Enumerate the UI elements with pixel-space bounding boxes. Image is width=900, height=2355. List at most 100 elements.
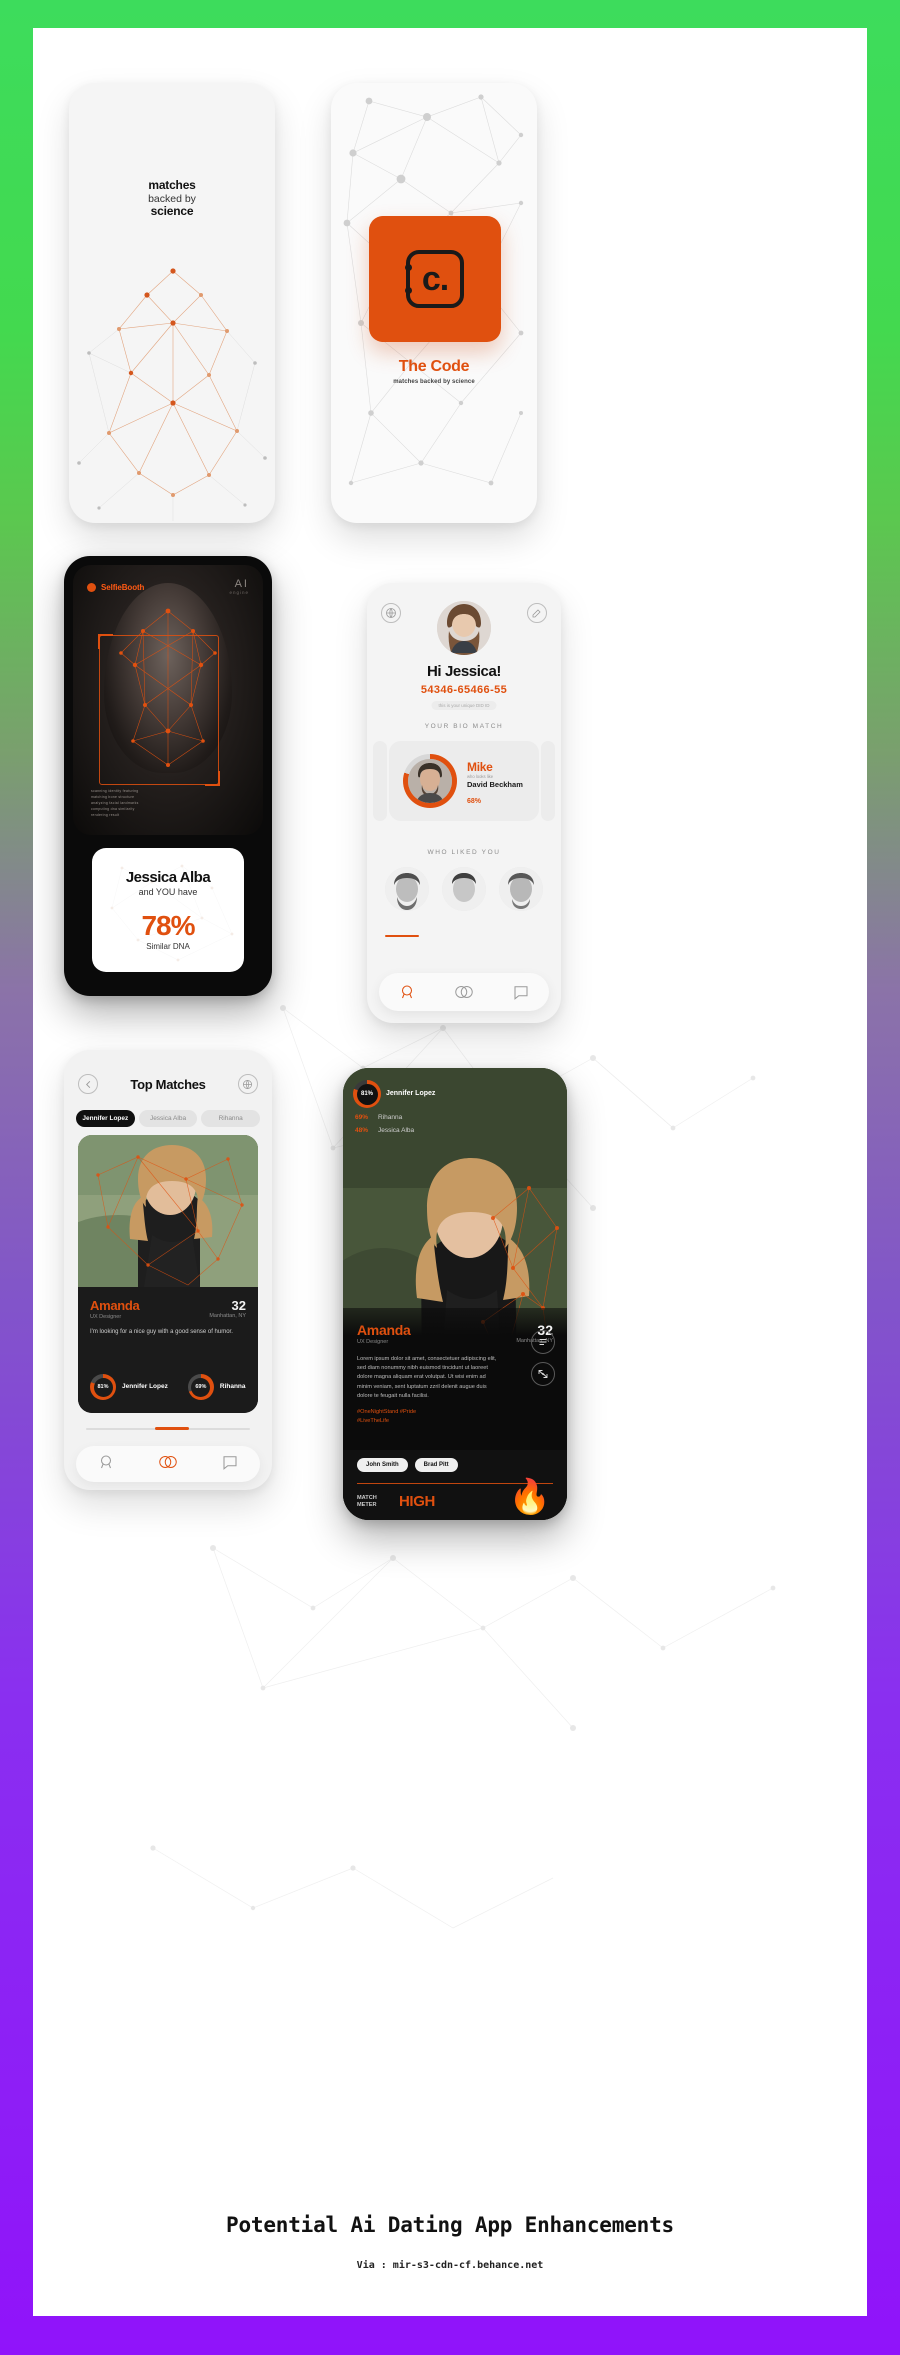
screen-match-detail: 81% Jennifer Lopez 69% Rihanna 48% Jessi…	[343, 1068, 567, 1520]
matches-tab[interactable]	[453, 983, 475, 1001]
bio-match-looks-like-label: who looks like	[467, 774, 494, 779]
poster-canvas: matches backed by science c. The Code ma…	[33, 28, 867, 2316]
bottom-tabbar	[379, 973, 549, 1011]
detail-chip-row: John Smith Brad Pitt	[357, 1458, 553, 1472]
liked-avatar[interactable]	[442, 867, 486, 911]
selfiebooth-header: SelfieBooth AI engine	[87, 579, 249, 595]
chat-tab[interactable]	[221, 1453, 239, 1476]
bio-match-section-label: YOUR BIO MATCH	[424, 723, 504, 730]
screen-user-profile: Hi Jessica! 54346-65466-55 this is your …	[367, 583, 561, 1023]
liked-avatar[interactable]	[499, 867, 543, 911]
secondary-score-percent: 69%	[355, 1114, 369, 1121]
secondary-score: 48% Jessica Alba	[355, 1127, 435, 1134]
bio-match-percent: 68%	[467, 798, 482, 805]
secondary-score: 69% Rihanna	[355, 1114, 435, 1121]
score-label: Rihanna	[219, 1383, 246, 1391]
match-card-body: Amanda UX Designer 32 Manhattan, NY I'm …	[78, 1287, 258, 1413]
splash-network-graphic	[77, 268, 267, 521]
dna-id-note: this is your unique DID ID	[431, 701, 497, 710]
detail-chip-0[interactable]: John Smith	[357, 1458, 408, 1472]
code-logo-card: c.	[369, 216, 501, 342]
dna-match-percent-label: Similar DNA	[146, 942, 190, 951]
detail-action-buttons	[531, 1330, 555, 1386]
scan-readout: scanning identity featuring matching bon…	[91, 789, 139, 819]
code-logo-dot-bottom	[405, 287, 412, 294]
code-logo-letter: c.	[421, 260, 449, 298]
bottom-tabbar	[76, 1446, 260, 1482]
selfiebooth-brand-label: SelfieBooth	[101, 582, 145, 592]
match-score: 81% Jennifer Lopez	[90, 1374, 168, 1400]
score-ring: 81%	[90, 1374, 116, 1400]
detail-hashtags: #OneNightStand #Pride #LiveTheLife	[357, 1409, 417, 1425]
secondary-score-label: Rihanna	[378, 1114, 403, 1121]
bio-card-peek-right[interactable]	[541, 741, 555, 821]
poster-title: Potential Ai Dating App Enhancements	[226, 2213, 674, 2237]
chat-tab[interactable]	[512, 983, 530, 1001]
who-liked-list	[385, 867, 543, 911]
top-matches-header: Top Matches	[78, 1074, 258, 1094]
list-icon[interactable]	[531, 1330, 555, 1354]
page-title: Top Matches	[130, 1076, 206, 1092]
match-name: Amanda	[90, 1298, 140, 1313]
bio-card-peek-left[interactable]	[373, 741, 387, 821]
selfiebooth-camera-preview: SelfieBooth AI engine scanning identity …	[73, 565, 263, 835]
score-ring: 69%	[187, 1374, 214, 1400]
bio-match-name: Mike	[467, 760, 493, 774]
selfiebooth-brand: SelfieBooth	[87, 582, 145, 592]
slider-thumb[interactable]	[154, 1427, 189, 1430]
ai-label: AI	[234, 578, 249, 590]
who-liked-section-label: WHO LIKED YOU	[427, 849, 501, 856]
dna-result-card: Jessica Alba and YOU have 78% Similar DN…	[92, 848, 244, 972]
matches-tab[interactable]	[157, 1453, 179, 1476]
code-logo-glyph: c.	[405, 250, 464, 308]
score-label: Jennifer Lopez	[122, 1383, 168, 1391]
match-card[interactable]: Amanda UX Designer 32 Manhattan, NY I'm …	[78, 1135, 258, 1413]
ai-engine-badge: AI engine	[229, 578, 249, 596]
globe-icon[interactable]	[237, 1074, 258, 1094]
flame-icon: 🔥	[508, 1478, 551, 1516]
bio-match-photo	[408, 759, 452, 803]
globe-icon[interactable]	[381, 603, 401, 623]
ai-sublabel: engine	[229, 590, 249, 595]
match-meter-label: MATCH METER	[357, 1495, 377, 1508]
share-icon[interactable]	[531, 1362, 555, 1386]
screen-the-code: c. The Code matches backed by science	[331, 83, 537, 523]
secondary-score-label: Jessica Alba	[378, 1127, 415, 1134]
score-percent: 69%	[191, 1377, 211, 1397]
profile-tab[interactable]	[398, 983, 416, 1001]
match-score: 69% Rihanna	[187, 1374, 246, 1400]
page-indicator	[385, 935, 419, 937]
primary-score-badge: 81% Jennifer Lopez	[353, 1080, 435, 1108]
code-subtitle: matches backed by science	[393, 379, 475, 385]
screen-selfiebooth: SelfieBooth AI engine scanning identity …	[64, 556, 272, 996]
primary-score-label: Jennifer Lopez	[386, 1089, 436, 1097]
detail-paragraph: Lorem ipsum dolor sit amet, consectetuer…	[357, 1356, 497, 1399]
bio-match-ring	[403, 754, 457, 808]
match-meter-value: HIGH	[399, 1493, 435, 1510]
profile-tab[interactable]	[97, 1453, 115, 1476]
chevron-left-icon[interactable]	[78, 1074, 98, 1094]
dna-match-subtitle: and YOU have	[138, 887, 198, 897]
record-dot-icon	[87, 582, 96, 592]
detail-chip-1[interactable]: Brad Pitt	[414, 1458, 458, 1472]
bio-match-card[interactable]: Mike who looks like David Beckham 68%	[389, 741, 539, 821]
edit-icon[interactable]	[527, 603, 547, 623]
carousel-slider[interactable]	[86, 1427, 250, 1430]
filter-chip-0[interactable]: Jennifer Lopez	[76, 1110, 135, 1127]
match-score-list: 81% Jennifer Lopez 69% Rihanna	[90, 1374, 246, 1400]
secondary-score-percent: 48%	[355, 1127, 369, 1134]
dna-id: 54346-65466-55	[420, 684, 508, 696]
dna-match-name: Jessica Alba	[125, 869, 211, 886]
match-bio: I'm looking for a nice guy with a good s…	[90, 1329, 233, 1335]
avatar-image	[437, 601, 491, 655]
primary-score-ring: 81%	[353, 1080, 381, 1108]
celebrity-filter-chips: Jennifer Lopez Jessica Alba Rihanna	[76, 1110, 261, 1127]
liked-avatar[interactable]	[385, 867, 429, 911]
filter-chip-2[interactable]: Rihanna	[201, 1110, 261, 1127]
screen-splash: matches backed by science	[69, 83, 275, 523]
filter-chip-1[interactable]: Jessica Alba	[138, 1110, 198, 1127]
code-logo-dot-top	[405, 264, 412, 271]
match-location: Manhattan, NY	[209, 1313, 246, 1319]
dna-match-percent: 78%	[141, 910, 195, 941]
splash-logo: matches backed by science	[69, 178, 275, 219]
